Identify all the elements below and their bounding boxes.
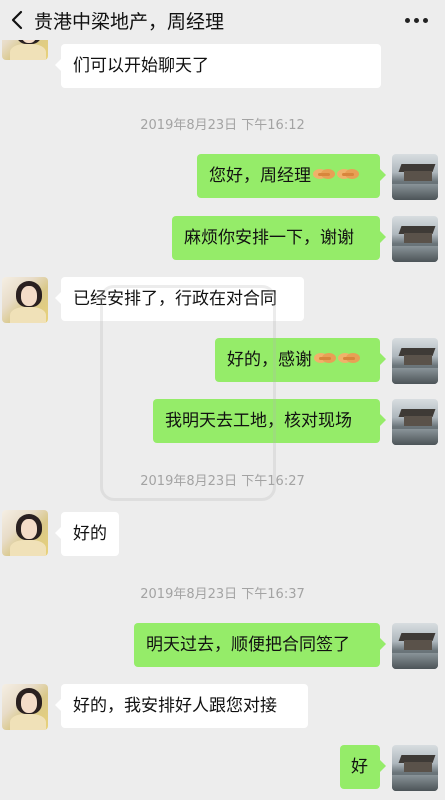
chevron-left-icon <box>11 10 23 30</box>
handshake-emoji <box>337 169 359 179</box>
contact-avatar[interactable] <box>2 684 48 730</box>
message-text: 您好，周经理 <box>209 166 311 186</box>
more-options-button[interactable] <box>405 10 431 30</box>
message-text: 好的，感谢 <box>227 350 312 370</box>
outgoing-message: 您好，周经理 <box>197 154 386 198</box>
outgoing-message: 我明天去工地，核对现场 <box>153 399 386 443</box>
timestamp: 2019年8月23日 下午16:27 <box>140 474 305 489</box>
my-avatar[interactable] <box>392 623 438 669</box>
chat-header: 贵港中梁地产，周经理 <box>0 0 445 40</box>
outgoing-message: 好 <box>340 745 386 789</box>
outgoing-message: 明天过去，顺便把合同签了 <box>134 623 386 667</box>
my-avatar[interactable] <box>392 338 438 384</box>
contact-avatar[interactable] <box>2 510 48 556</box>
chat-area: 们可以开始聊天了 2019年8月23日 下午16:12 您好，周经理 麻烦你安排… <box>0 0 445 800</box>
contact-avatar[interactable] <box>2 277 48 323</box>
outgoing-message: 好的，感谢 <box>215 338 386 382</box>
timestamp: 2019年8月23日 下午16:37 <box>140 587 305 602</box>
outgoing-message: 麻烦你安排一下，谢谢 <box>172 216 386 260</box>
incoming-message: 好的 <box>55 512 119 556</box>
handshake-emoji <box>313 169 335 179</box>
timestamp: 2019年8月23日 下午16:12 <box>140 118 305 133</box>
back-button[interactable] <box>6 4 32 36</box>
handshake-emoji <box>338 353 360 363</box>
incoming-message: 已经安排了，行政在对合同 <box>55 277 304 321</box>
my-avatar[interactable] <box>392 745 438 791</box>
handshake-emoji <box>314 353 336 363</box>
chat-title: 贵港中梁地产，周经理 <box>34 11 225 33</box>
incoming-message: 们可以开始聊天了 <box>55 44 381 88</box>
my-avatar[interactable] <box>392 216 438 262</box>
incoming-message: 好的，我安排好人跟您对接 <box>55 684 308 728</box>
my-avatar[interactable] <box>392 399 438 445</box>
my-avatar[interactable] <box>392 154 438 200</box>
more-dots-icon <box>405 18 410 23</box>
